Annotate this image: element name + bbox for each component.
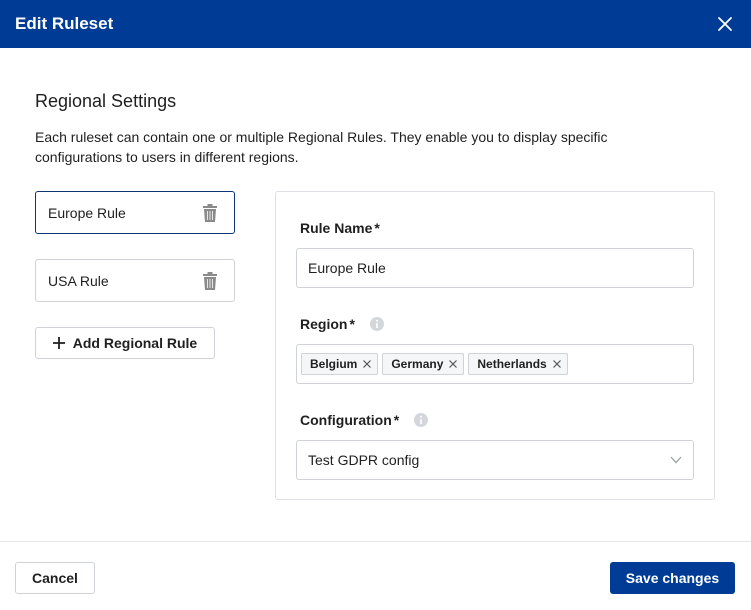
- trash-icon: [203, 203, 217, 222]
- remove-tag-button[interactable]: [361, 358, 373, 370]
- info-icon[interactable]: [369, 316, 385, 332]
- save-changes-button[interactable]: Save changes: [610, 562, 735, 594]
- delete-rule-button[interactable]: [200, 202, 220, 224]
- configuration-selected-value: Test GDPR config: [308, 452, 420, 468]
- section-description: Each ruleset can contain one or multiple…: [35, 129, 608, 165]
- configuration-select[interactable]: Test GDPR config: [296, 440, 694, 480]
- region-label-text: Region: [300, 316, 348, 332]
- info-icon[interactable]: [413, 412, 429, 428]
- rule-detail-panel: Rule Name * Region * Belgium Germany: [275, 191, 715, 500]
- rule-item-label: Europe Rule: [48, 204, 126, 221]
- x-icon: [449, 360, 458, 368]
- region-multiselect[interactable]: Belgium Germany Netherlands: [296, 344, 694, 384]
- modal-header: Edit Ruleset: [0, 0, 751, 48]
- required-mark: *: [349, 316, 355, 332]
- remove-tag-button[interactable]: [551, 358, 563, 370]
- rule-name-input[interactable]: [296, 248, 694, 288]
- tag-label: Belgium: [310, 357, 358, 371]
- x-icon: [363, 360, 372, 368]
- remove-tag-button[interactable]: [447, 358, 459, 370]
- region-tag-germany: Germany: [382, 353, 465, 375]
- footer-divider: [0, 541, 751, 542]
- section-title: Regional Settings: [35, 91, 177, 111]
- plus-icon: [52, 337, 65, 349]
- tag-label: Netherlands: [477, 357, 547, 371]
- configuration-label: Configuration *: [300, 412, 429, 428]
- region-tag-netherlands: Netherlands: [468, 353, 568, 375]
- rule-item-usa[interactable]: USA Rule: [35, 259, 235, 302]
- close-button[interactable]: [713, 12, 737, 36]
- trash-icon: [203, 271, 217, 290]
- modal-title: Edit Ruleset: [15, 14, 114, 33]
- rule-name-label-text: Rule Name: [300, 220, 373, 236]
- delete-rule-button[interactable]: [200, 270, 220, 292]
- required-mark: *: [393, 412, 400, 428]
- tag-label: Germany: [391, 357, 444, 371]
- add-regional-rule-label: Add Regional Rule: [72, 335, 198, 351]
- close-icon: [718, 17, 732, 31]
- x-icon: [552, 360, 561, 368]
- chevron-down-icon: [670, 456, 682, 464]
- rule-item-label: USA Rule: [48, 272, 109, 289]
- rule-name-label: Rule Name *: [300, 220, 380, 236]
- region-label: Region *: [300, 316, 385, 332]
- add-regional-rule-button[interactable]: Add Regional Rule: [35, 327, 215, 359]
- cancel-button[interactable]: Cancel: [15, 562, 95, 594]
- required-mark: *: [374, 220, 380, 236]
- configuration-label-text: Configuration: [300, 412, 392, 428]
- region-tag-belgium: Belgium: [301, 353, 379, 375]
- rule-item-europe[interactable]: Europe Rule: [35, 191, 235, 234]
